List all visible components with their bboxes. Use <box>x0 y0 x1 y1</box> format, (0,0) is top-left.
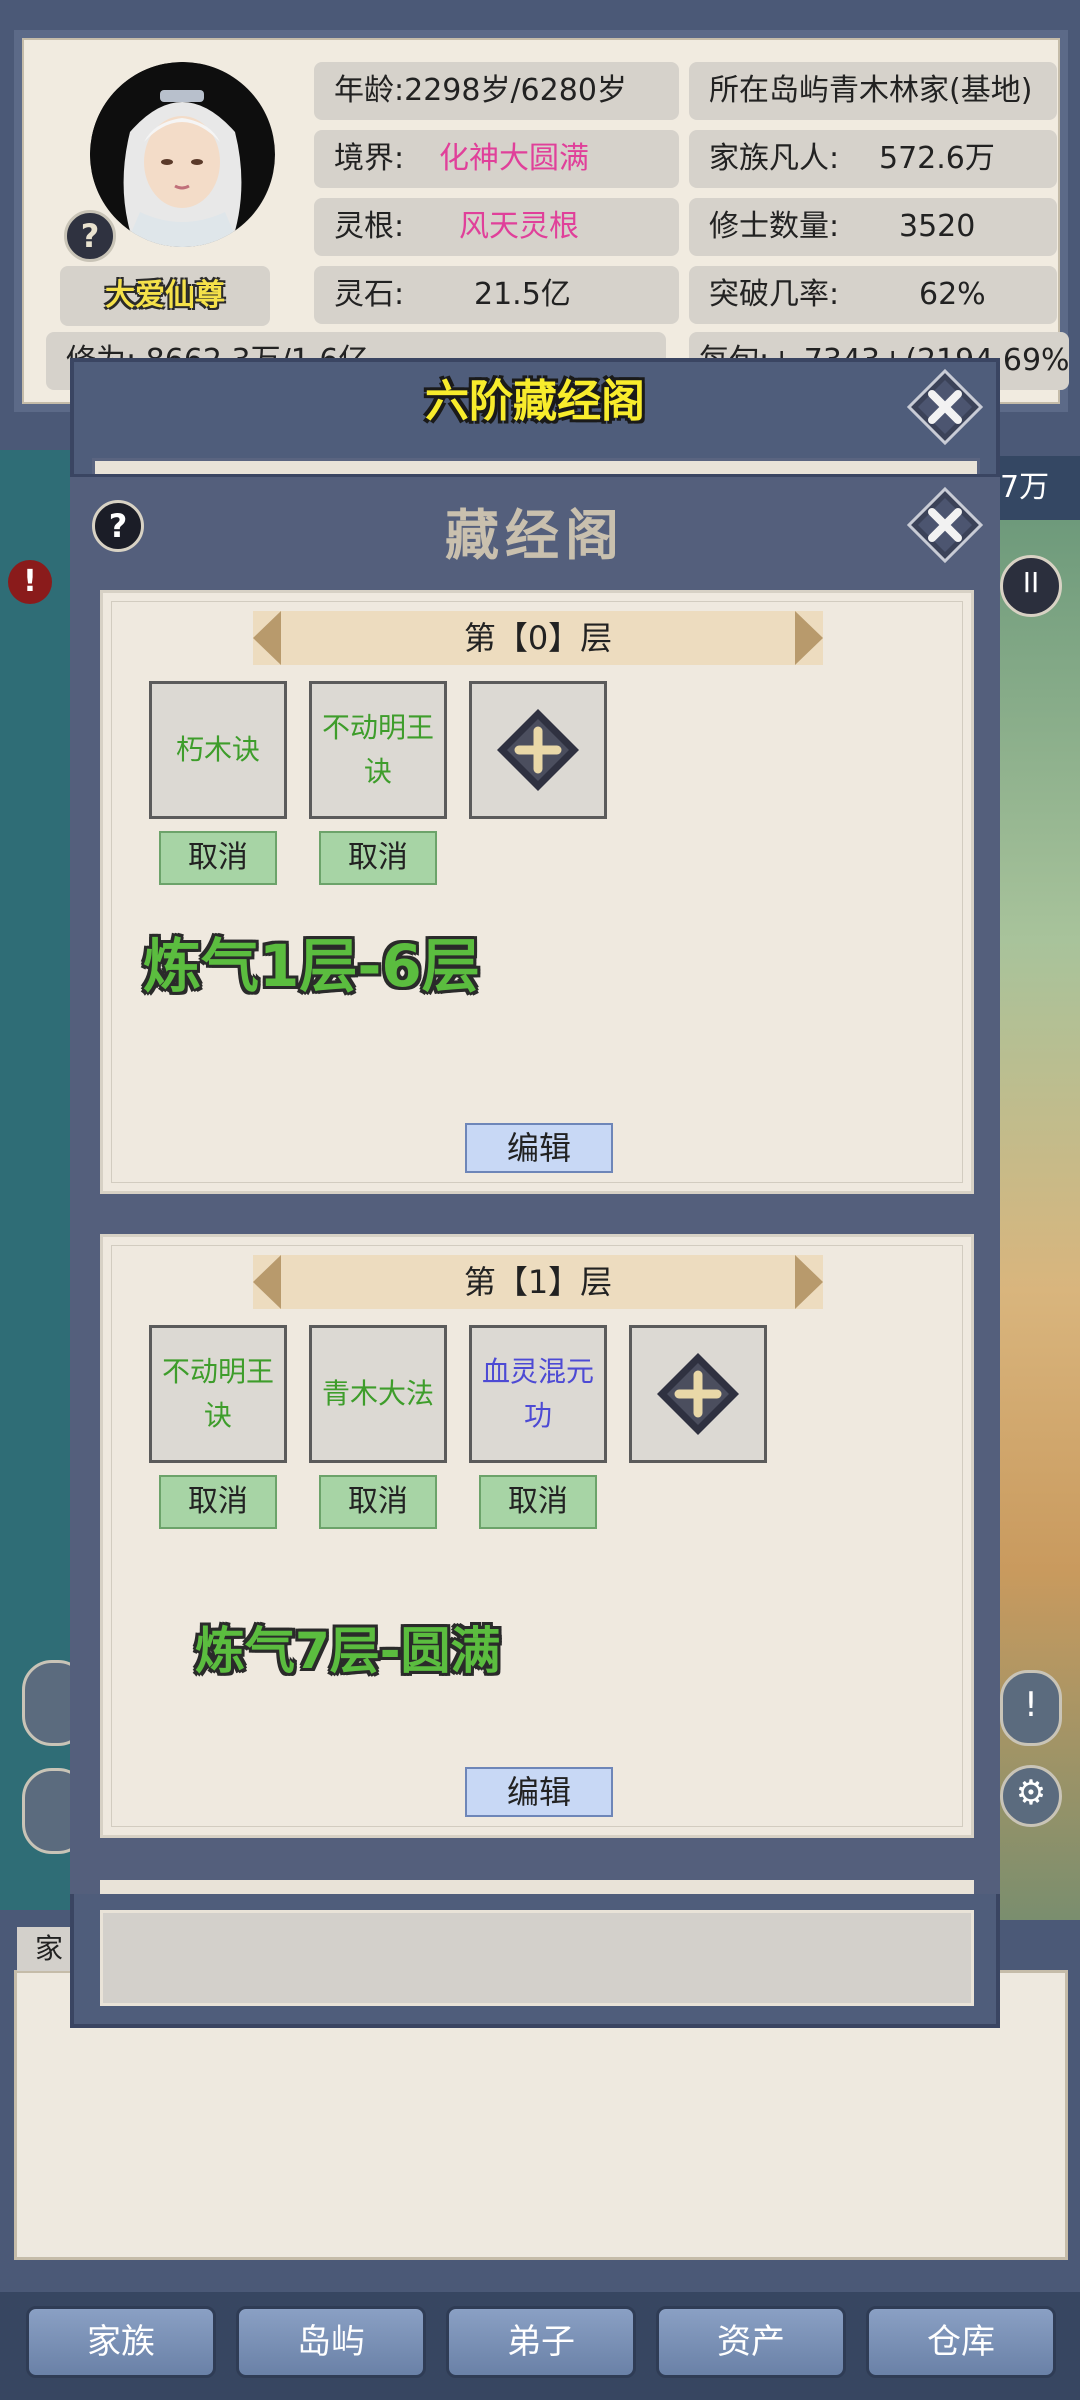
nav-family-button[interactable]: 家族 <box>26 2306 216 2378</box>
floor-card-1: 第【1】层 不动明王诀 青木大法 血灵混元功 取消 取消 取消 炼气7层-圆满 … <box>100 1234 974 1838</box>
cultivators-label: 修士数量: <box>709 209 840 244</box>
pause-icon[interactable]: II <box>1000 555 1062 617</box>
realm-value: 化神大圆满 <box>439 141 589 176</box>
spirit-stones-value: 21.5亿 <box>474 277 571 312</box>
next-floor-placeholder <box>100 1910 974 2006</box>
cancel-button[interactable]: 取消 <box>159 831 277 885</box>
technique-slot[interactable]: 不动明王诀 <box>149 1325 287 1463</box>
cancel-button[interactable]: 取消 <box>319 831 437 885</box>
plus-icon <box>657 1353 739 1435</box>
nav-assets-button[interactable]: 资产 <box>656 2306 846 2378</box>
nav-warehouse-button[interactable]: 仓库 <box>866 2306 1056 2378</box>
technique-slot[interactable]: 不动明王诀 <box>309 681 447 819</box>
realm-stat: 境界: 化神大圆满 <box>314 130 679 188</box>
edit-button[interactable]: 编辑 <box>465 1123 613 1173</box>
breakthrough-stat: 突破几率: 62% <box>689 266 1057 324</box>
realm-requirement: 炼气1层-6层 <box>143 932 480 1000</box>
mortals-label: 家族凡人: <box>709 141 840 176</box>
player-info-panel: ? 大爱仙尊 年龄:2298岁/6280岁 境界: 化神大圆满 灵根: 风天灵根… <box>14 30 1069 412</box>
prev-arrow-icon[interactable] <box>253 1255 281 1309</box>
alert-icon[interactable]: ! <box>8 560 52 604</box>
add-technique-button[interactable] <box>629 1325 767 1463</box>
modal-title: 六阶藏经阁 <box>425 376 645 427</box>
age-stat: 年龄:2298岁/6280岁 <box>314 62 679 120</box>
floor-header-1: 第【1】层 <box>253 1255 823 1309</box>
floor-header-0: 第【0】层 <box>253 611 823 665</box>
background-map-scene: II ! ⚙ <box>1000 520 1080 1920</box>
realm-requirement: 炼气7层-圆满 <box>195 1622 501 1680</box>
spirit-stones-label: 灵石: <box>334 277 405 312</box>
help-icon-inner[interactable]: ? <box>92 500 144 552</box>
mortals-stat: 家族凡人: 572.6万 <box>689 130 1057 188</box>
close-inner-button[interactable] <box>906 486 984 564</box>
plus-icon <box>497 709 579 791</box>
floor-card-0: 第【0】层 朽木诀 不动明王诀 取消 取消 炼气1层-6层 编辑 <box>100 590 974 1194</box>
close-icon <box>906 368 984 446</box>
edit-button[interactable]: 编辑 <box>465 1767 613 1817</box>
spirit-root-stat: 灵根: 风天灵根 <box>314 198 679 256</box>
spirit-root-value: 风天灵根 <box>459 209 579 244</box>
next-floor-edge <box>100 1880 974 1894</box>
spirit-root-label: 灵根: <box>334 209 405 244</box>
next-arrow-icon[interactable] <box>795 611 823 665</box>
inner-title: 藏经阁 <box>445 503 625 567</box>
help-icon[interactable]: ? <box>64 210 116 262</box>
technique-slot[interactable]: 朽木诀 <box>149 681 287 819</box>
technique-slot[interactable]: 血灵混元功 <box>469 1325 607 1463</box>
cultivators-value: 3520 <box>899 209 976 244</box>
cancel-button[interactable]: 取消 <box>319 1475 437 1529</box>
close-icon <box>906 486 984 564</box>
prev-arrow-icon[interactable] <box>253 611 281 665</box>
cultivators-stat: 修士数量: 3520 <box>689 198 1057 256</box>
technique-slot[interactable]: 青木大法 <box>309 1325 447 1463</box>
nav-islands-button[interactable]: 岛屿 <box>236 2306 426 2378</box>
next-arrow-icon[interactable] <box>795 1255 823 1309</box>
background-topbar-right: 7万 <box>1000 470 1050 505</box>
background-left-area: ! <box>0 450 88 1910</box>
bottom-navigation: 家族 岛屿 弟子 资产 仓库 <box>0 2292 1080 2400</box>
mortals-value: 572.6万 <box>879 141 995 176</box>
close-outer-button[interactable] <box>906 368 984 446</box>
add-technique-button[interactable] <box>469 681 607 819</box>
cancel-button[interactable]: 取消 <box>159 1475 277 1529</box>
breakthrough-label: 突破几率: <box>709 277 840 312</box>
player-avatar[interactable] <box>90 62 275 247</box>
spirit-stones-stat: 灵石: 21.5亿 <box>314 266 679 324</box>
player-name: 大爱仙尊 <box>60 266 270 326</box>
realm-label: 境界: <box>334 141 405 176</box>
breakthrough-value: 62% <box>919 277 986 312</box>
location-stat: 所在岛屿青木林家(基地) <box>689 62 1057 120</box>
cancel-button[interactable]: 取消 <box>479 1475 597 1529</box>
settings-gear-icon[interactable]: ⚙ <box>1000 1765 1062 1827</box>
notice-icon[interactable]: ! <box>1000 1670 1062 1746</box>
nav-disciples-button[interactable]: 弟子 <box>446 2306 636 2378</box>
